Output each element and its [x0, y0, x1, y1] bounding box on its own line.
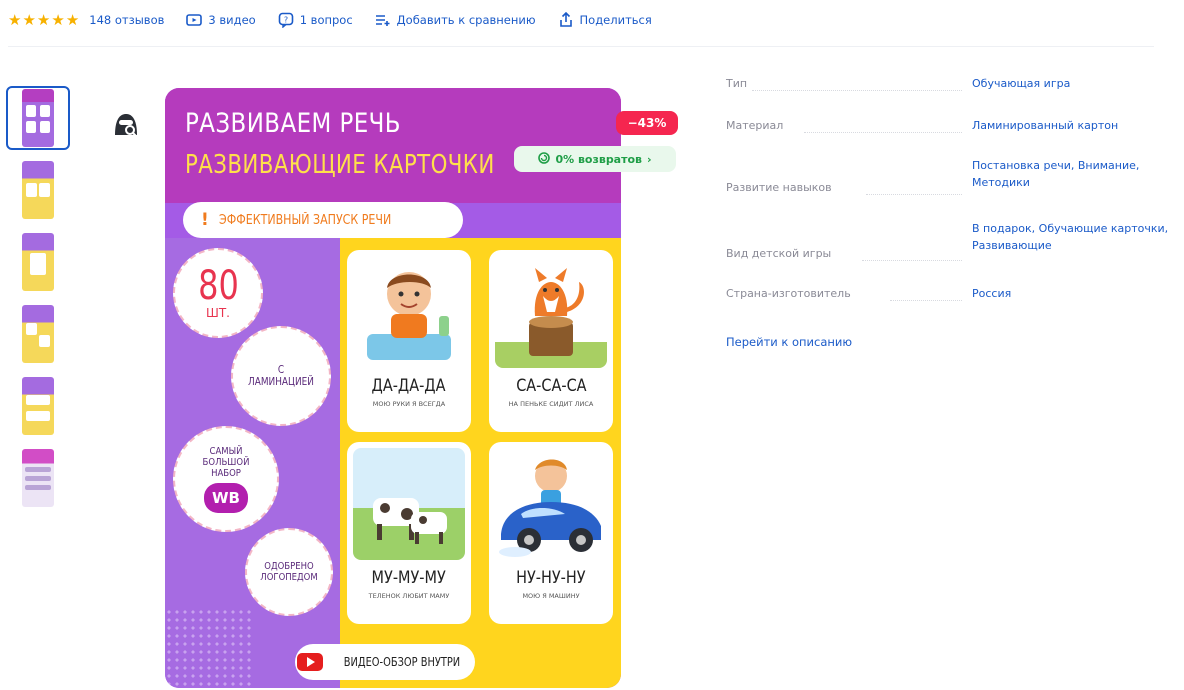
laminated-text: С ЛАМИНАЦИЕЙ: [248, 364, 314, 388]
thumbnail-2[interactable]: [6, 158, 70, 222]
spec-leader: [866, 194, 962, 195]
card-word: МУ-МУ-МУ: [371, 568, 447, 588]
spec-leader: [862, 260, 962, 261]
approved-badge: ОДОБРЕНО ЛОГОПЕДОМ: [245, 528, 333, 616]
video-icon: [186, 12, 203, 28]
flashcard: ДА-ДА-ДА МОЮ РУКИ Я ВСЕГДА: [347, 250, 471, 432]
laminated-badge: С ЛАМИНАЦИЕЙ: [231, 326, 331, 426]
biggest-set-badge: САМЫЙ БОЛЬШОЙ НАБОР WB: [173, 426, 279, 532]
compare-link[interactable]: Добавить к сравнению: [375, 12, 536, 28]
svg-text:?: ?: [284, 16, 288, 25]
boy-washing-car-illustration: [495, 448, 607, 560]
returns-text: 0% возвратов: [555, 152, 643, 166]
spec-row: Страна-изготовитель Россия: [726, 282, 1184, 306]
spec-key: Страна-изготовитель: [726, 287, 851, 300]
compare-label: Добавить к сравнению: [396, 13, 536, 27]
fox-on-stump-illustration: [495, 256, 607, 368]
share-icon: [558, 12, 574, 28]
compare-icon: [375, 12, 391, 28]
star-icon: ★: [65, 10, 80, 29]
card-caption: МОЮ РУКИ Я ВСЕГДА: [372, 400, 446, 408]
spec-leader: [752, 90, 962, 91]
product-meta-bar: ★ ★ ★ ★ ★ 148 отзывов 3 видео ? 1 вопрос…: [8, 8, 674, 32]
spec-key: Тип: [726, 77, 748, 90]
star-icon: ★: [51, 10, 65, 29]
videos-label: 3 видео: [208, 13, 256, 27]
image-subtitle: РАЗВИВАЮЩИЕ КАРТОЧКИ: [185, 150, 495, 180]
spec-row: Развитие навыков Постановка речи, Вниман…: [726, 154, 1184, 200]
thumbnail-6[interactable]: [6, 446, 70, 510]
rating-stars[interactable]: ★ ★ ★ ★ ★: [8, 10, 80, 29]
question-icon: ?: [278, 12, 294, 28]
flashcard: СА-СА-СА НА ПЕНЬКЕ СИДИТ ЛИСА: [489, 250, 613, 432]
count-badge: 80 ШТ.: [173, 248, 263, 338]
wb-logo: WB: [204, 482, 248, 513]
decor-dots: [165, 608, 255, 688]
spec-leader: [804, 132, 962, 133]
card-caption: НА ПЕНЬКЕ СИДИТ ЛИСА: [508, 400, 594, 408]
share-link[interactable]: Поделиться: [558, 12, 652, 28]
card-word: ДА-ДА-ДА: [372, 376, 446, 396]
image-title: РАЗВИВАЕМ РЕЧЬ: [185, 108, 401, 139]
go-to-description-link[interactable]: Перейти к описанию: [726, 335, 852, 349]
star-icon: ★: [22, 10, 36, 29]
spec-leader: [890, 300, 962, 301]
spec-key: Материал: [726, 119, 784, 132]
thumbnail-1[interactable]: [6, 86, 70, 150]
flashcard: НУ-НУ-НУ МОЮ Я МАШИНУ: [489, 442, 613, 624]
questions-label: 1 вопрос: [299, 13, 353, 27]
thumbnail-4[interactable]: [6, 302, 70, 366]
image-pill: ! ЭФФЕКТИВНЫЙ ЗАПУСК РЕЧИ: [183, 202, 463, 238]
product-main-image[interactable]: РАЗВИВАЕМ РЕЧЬ РАЗВИВАЮЩИЕ КАРТОЧКИ ! ЭФ…: [165, 88, 621, 688]
spec-row: Тип Обучающая игра: [726, 72, 1184, 96]
chevron-right-icon: ›: [647, 152, 652, 166]
spec-value[interactable]: В подарок, Обучающие карточки, Развивающ…: [972, 220, 1182, 254]
star-icon: ★: [8, 10, 22, 29]
returns-badge[interactable]: 0% возвратов ›: [514, 146, 676, 172]
boy-washing-hands-illustration: [353, 256, 465, 368]
video-review-pill: ВИДЕО-ОБЗОР ВНУТРИ: [295, 644, 475, 680]
thumbnail-3[interactable]: [6, 230, 70, 294]
video-review-text: ВИДЕО-ОБЗОР ВНУТРИ: [343, 655, 461, 669]
spec-value[interactable]: Обучающая игра: [972, 75, 1070, 92]
thumbnail-5[interactable]: [6, 374, 70, 438]
spec-key: Развитие навыков: [726, 181, 832, 194]
spec-row: Вид детской игры В подарок, Обучающие ка…: [726, 220, 1184, 266]
spec-key: Вид детской игры: [726, 247, 832, 260]
videos-link[interactable]: 3 видео: [186, 12, 256, 28]
spec-value[interactable]: Ламинированный картон: [972, 117, 1118, 134]
returns-icon: [538, 151, 551, 167]
spec-value[interactable]: Постановка речи, Вниманиe, Методики: [972, 157, 1184, 191]
card-caption: МОЮ Я МАШИНУ: [522, 592, 580, 600]
card-word: НУ-НУ-НУ: [516, 568, 586, 588]
reviews-count: 148 отзывов: [89, 13, 165, 27]
cows-illustration: [353, 448, 465, 560]
photo-search-button[interactable]: [108, 108, 144, 144]
questions-link[interactable]: ? 1 вопрос: [278, 12, 353, 28]
spec-row: Материал Ламинированный картон: [726, 114, 1184, 138]
share-label: Поделиться: [579, 13, 652, 27]
youtube-play-icon: [297, 653, 324, 671]
card-caption: ТЕЛЕНОК ЛЮБИТ МАМУ: [368, 592, 450, 600]
exclamation-icon: !: [201, 210, 209, 230]
photo-search-icon: [111, 109, 141, 143]
flashcard: МУ-МУ-МУ ТЕЛЕНОК ЛЮБИТ МАМУ: [347, 442, 471, 624]
thumbnail-list: [6, 86, 74, 518]
reviews-link[interactable]: 148 отзывов: [89, 13, 164, 27]
biggest-set-text: САМЫЙ БОЛЬШОЙ НАБОР: [202, 445, 250, 479]
approved-text: ОДОБРЕНО ЛОГОПЕДОМ: [260, 561, 318, 583]
card-word: СА-СА-СА: [515, 376, 587, 396]
divider: [8, 46, 1154, 47]
spec-value[interactable]: Россия: [972, 285, 1011, 302]
count-number: 80: [197, 263, 239, 309]
discount-badge: −43%: [616, 111, 678, 135]
star-icon: ★: [36, 10, 51, 29]
pill-text: ЭФФЕКТИВНЫЙ ЗАПУСК РЕЧИ: [218, 212, 392, 228]
